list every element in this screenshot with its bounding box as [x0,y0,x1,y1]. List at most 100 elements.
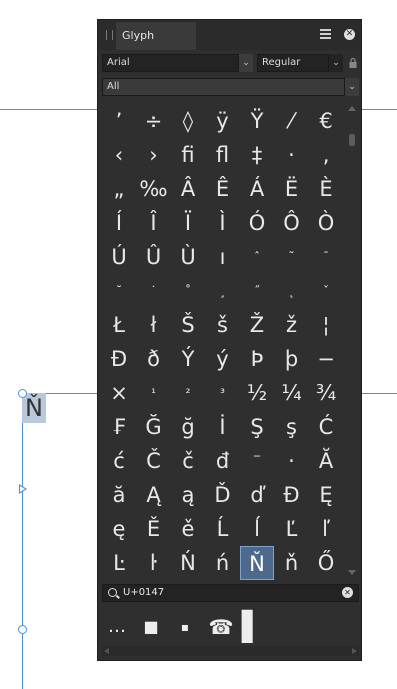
glyph-cell[interactable]: ą [171,478,205,512]
glyph-cell[interactable]: × [102,376,136,410]
glyph-cell[interactable]: İ [206,410,240,444]
panel-grip-icon[interactable] [106,30,113,40]
scroll-right-icon[interactable] [352,648,357,654]
glyph-cell[interactable]: č [171,444,205,478]
close-icon[interactable]: ✕ [344,29,355,40]
glyph-cell[interactable]: ž [275,308,309,342]
glyph-cell[interactable]: Ń [171,546,205,580]
glyph-cell[interactable]: ◊ [171,104,205,138]
glyph-cell[interactable]: ÿ [206,104,240,138]
glyph-cell[interactable]: € [309,104,343,138]
glyph-cell[interactable]: Ŀ [102,546,136,580]
glyph-cell[interactable]: ğ [171,410,205,444]
text-handle-top[interactable] [18,389,27,398]
glyph-cell[interactable]: Ğ [137,410,171,444]
glyph-cell[interactable]: ¾ [309,376,343,410]
scroll-down-icon[interactable] [348,570,356,575]
glyph-cell[interactable]: ň [275,546,309,580]
glyph-cell[interactable]: Ò [309,206,343,240]
glyph-cell[interactable]: Ć [309,410,343,444]
glyph-cell[interactable]: È [309,172,343,206]
glyph-cell[interactable]: Â [171,172,205,206]
glyph-cell[interactable]: Ó [240,206,274,240]
glyph-cell[interactable]: ₣ [102,410,136,444]
glyph-cell[interactable]: ‾ [240,444,274,478]
recent-glyph-ellipsis[interactable]: … [104,610,130,644]
glyph-cell[interactable]: ﬂ [206,138,240,172]
glyph-cell[interactable]: ě [171,512,205,546]
glyph-cell[interactable]: Ą [137,478,171,512]
recent-glyph-bar[interactable]: ▌ [242,610,264,644]
glyph-cell[interactable]: Ľ [275,512,309,546]
text-handle-bottom[interactable] [18,625,27,634]
font-style-dropdown-icon[interactable]: ⌄ [329,54,343,72]
glyph-cell[interactable]: Ž [240,308,274,342]
glyph-cell[interactable]: ÷ [137,104,171,138]
glyph-cell[interactable]: Ù [171,240,205,274]
glyph-cell[interactable]: ă [102,478,136,512]
glyph-cell[interactable]: ľ [309,512,343,546]
glyph-cell[interactable]: ¦ [309,308,343,342]
panel-titlebar[interactable]: Glyph Browser ✕ [98,20,361,70]
glyph-cell[interactable]: ³ [206,376,240,410]
panel-menu-icon[interactable] [320,29,331,40]
glyph-cell[interactable]: Á [240,172,274,206]
clear-search-icon[interactable]: ✕ [342,587,353,598]
scroll-thumb[interactable] [349,134,355,146]
glyph-cell[interactable]: ˆ [240,240,274,274]
glyph-cell[interactable]: Ă [309,444,343,478]
glyph-cell[interactable]: Ł [102,308,136,342]
glyph-cell[interactable]: Ï [171,206,205,240]
text-flow-handle[interactable] [19,484,27,494]
recent-glyph-small-square[interactable]: ▪ [172,610,198,644]
glyph-cell[interactable]: ‹ [102,138,136,172]
glyph-cell[interactable]: ½ [240,376,274,410]
glyph-cell[interactable]: Ú [102,240,136,274]
glyph-grid-scrollbar[interactable] [347,104,357,578]
recent-glyph-telephone[interactable]: ☎ [206,610,236,644]
glyph-cell[interactable]: Ě [137,512,171,546]
glyph-cell[interactable]: Þ [240,342,274,376]
glyph-cell[interactable]: ﬁ [171,138,205,172]
glyph-cell[interactable]: ć [102,444,136,478]
glyph-cell[interactable]: Ď [206,478,240,512]
glyph-cell[interactable]: ˚ [171,274,205,308]
lock-icon[interactable] [349,58,357,68]
glyph-cell[interactable]: · [275,138,309,172]
glyph-cell[interactable]: · [275,444,309,478]
glyph-cell[interactable]: Í [102,206,136,240]
glyph-cell[interactable]: Ő [309,546,343,580]
glyph-cell[interactable]: ’ [102,104,136,138]
glyph-cell[interactable]: ł [137,308,171,342]
glyph-cell[interactable]: Ê [206,172,240,206]
glyph-cell[interactable]: Đ [275,478,309,512]
font-style-select[interactable]: Regular [257,54,329,72]
glyph-cell[interactable]: ę [102,512,136,546]
glyph-cell[interactable]: Ÿ [240,104,274,138]
glyph-cell[interactable]: ń [206,546,240,580]
glyph-cell[interactable]: ş [275,410,309,444]
glyph-cell[interactable]: Û [137,240,171,274]
glyph-cell[interactable]: ‡ [240,138,274,172]
glyph-cell[interactable]: ¯ [309,240,343,274]
glyph-cell[interactable]: ˜ [275,240,309,274]
subset-dropdown-icon[interactable]: ⌄ [345,78,359,96]
glyph-cell[interactable]: ˝ [240,274,274,308]
glyph-cell[interactable]: Ĺ [206,512,240,546]
font-family-dropdown-icon[interactable]: ⌄ [239,54,253,72]
subset-select[interactable]: All [102,78,345,96]
glyph-cell[interactable]: ¹ [137,376,171,410]
glyph-cell[interactable]: ¸ [206,274,240,308]
glyph-cell[interactable]: ŀ [137,546,171,580]
glyph-cell[interactable]: Č [137,444,171,478]
scroll-left-icon[interactable] [104,648,109,654]
glyph-cell[interactable]: Š [171,308,205,342]
tab-glyph-browser[interactable]: Glyph Browser [116,22,196,70]
glyph-cell[interactable]: ˛ [275,274,309,308]
glyph-cell[interactable]: › [137,138,171,172]
glyph-cell[interactable]: Ð [102,342,136,376]
glyph-cell[interactable]: ˇ [309,274,343,308]
glyph-cell[interactable]: Î [137,206,171,240]
selected-text-glyph[interactable]: Ň [22,393,46,423]
glyph-cell[interactable]: − [309,342,343,376]
